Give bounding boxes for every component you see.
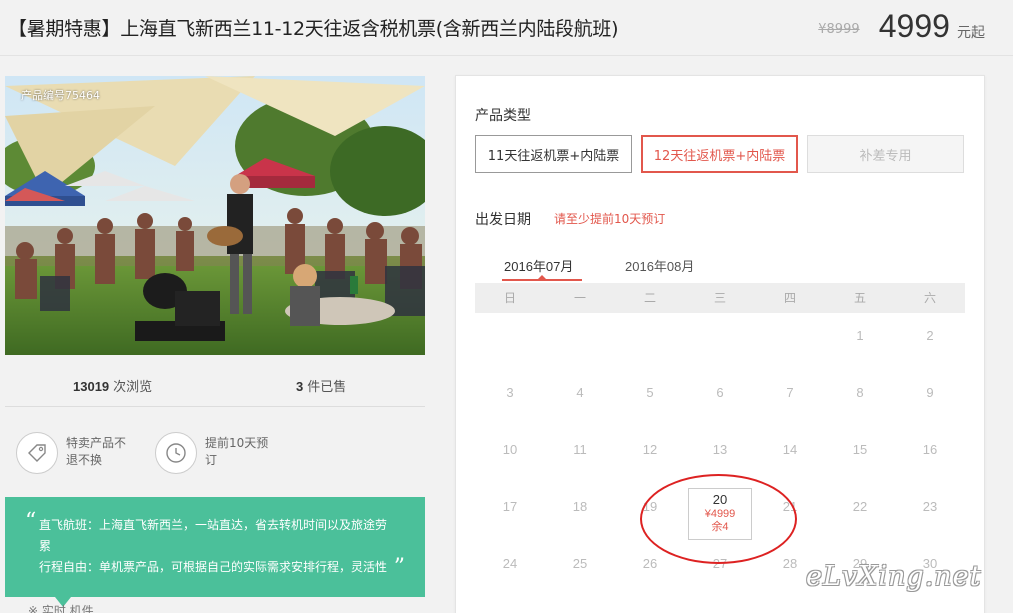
calendar-day: 26	[642, 556, 658, 571]
feature-text: 特卖产品不退不换	[66, 436, 127, 467]
calendar-day: 11	[573, 442, 587, 457]
calendar-day: 9	[926, 385, 934, 400]
day-remaining: 余4	[711, 521, 729, 533]
calendar-day: 21	[782, 499, 798, 514]
calendar-grid: 1 2 3 4 5 6 7 8 9 10 11 12 13 14 15 16 17 18 19 20 ¥4999 余4 21…	[475, 313, 965, 598]
weekday-wed: 三	[713, 291, 726, 305]
highlights-box: “ 直飞航班：上海直飞新西兰，一站直达，省去转机时间以及旅途劳累 行程自由：单机…	[5, 497, 425, 597]
product-code: 产品编号75464	[21, 89, 100, 102]
calendar-day: 4	[576, 385, 584, 400]
weekday-tue: 二	[643, 291, 656, 305]
calendar-day: 10	[502, 442, 518, 457]
market-scene-image	[5, 76, 425, 355]
calendar-day: 23	[922, 499, 938, 514]
view-count-label: 次浏览	[113, 380, 153, 395]
sold-count-number: 3	[296, 379, 304, 394]
available-day-box[interactable]: 20 ¥4999 余4	[688, 488, 752, 540]
tab-month-august[interactable]: 2016年08月	[625, 256, 694, 275]
calendar-day-available[interactable]: 20 ¥4999 余4	[685, 484, 755, 541]
calendar-empty-cell	[545, 313, 615, 370]
weekday-mon: 一	[573, 291, 586, 305]
tab-month-july[interactable]: 2016年07月	[504, 256, 573, 275]
calendar-day: 13	[712, 442, 728, 457]
active-month-underline	[502, 279, 582, 281]
weekday-sat: 六	[923, 291, 936, 305]
calendar-day: 15	[852, 442, 868, 457]
cut-off-section-label: ※ 实时 机件	[28, 604, 94, 613]
weekday-fri: 五	[853, 291, 866, 305]
sold-count-label: 件已售	[307, 380, 347, 395]
calendar-day: 27	[712, 556, 728, 571]
original-price: ¥8999	[818, 22, 860, 37]
header-divider	[0, 55, 1013, 56]
calendar-day: 7	[786, 385, 794, 400]
stats-divider	[5, 406, 425, 407]
product-title: 【暑期特惠】上海直飞新西兰11-12天往返含税机票(含新西兰内陆段航班)	[8, 18, 619, 40]
calendar-empty-cell	[685, 313, 755, 370]
tag-icon	[16, 432, 58, 474]
type-option-supplement-disabled: 补差专用	[807, 135, 964, 173]
departure-date-label: 出发日期	[475, 212, 531, 228]
day-price: ¥4999	[704, 508, 736, 520]
calendar-day: 18	[572, 499, 588, 514]
booking-panel: 产品类型 11天往返机票+内陆票 12天往返机票+内陆票 补差专用 出发日期 请…	[455, 75, 985, 613]
view-count-number: 13019	[73, 379, 110, 394]
view-count: 13019 次浏览	[73, 376, 152, 395]
calendar-day: 19	[642, 499, 658, 514]
site-watermark: eLvXing.net	[806, 561, 982, 592]
close-quote-icon: ”	[393, 555, 405, 580]
feature-no-refund: 特卖产品不退不换	[16, 432, 132, 474]
calendar-empty-cell	[475, 313, 545, 370]
highlight-line-2: 行程自由：单机票产品，可根据自己的实际需求安排行程，灵活性	[39, 560, 388, 574]
weekday-sun: 日	[503, 291, 516, 305]
calendar-empty-cell	[755, 313, 825, 370]
product-type-label: 产品类型	[475, 108, 531, 124]
calendar-day: 8	[856, 385, 864, 400]
weekday-thu: 四	[783, 291, 796, 305]
weekday-header: 日 一 二 三 四 五 六	[475, 283, 965, 313]
clock-icon	[155, 432, 197, 474]
calendar-day: 3	[506, 385, 514, 400]
calendar-day: 22	[852, 499, 868, 514]
booking-tip: 请至少提前10天预订	[554, 212, 666, 226]
sold-count: 3 件已售	[296, 376, 346, 395]
day-number: 20	[712, 492, 728, 507]
calendar-day: 17	[502, 499, 518, 514]
price-unit: 元起	[957, 25, 985, 41]
sale-price: 4999	[878, 8, 950, 44]
calendar-day: 2	[926, 328, 934, 343]
type-option-11-days[interactable]: 11天往返机票+内陆票	[475, 135, 632, 173]
calendar-empty-cell	[615, 313, 685, 370]
calendar-day: 25	[572, 556, 588, 571]
type-option-12-days-selected[interactable]: 12天往返机票+内陆票	[641, 135, 798, 173]
calendar-day: 5	[646, 385, 654, 400]
calendar-day: 14	[782, 442, 798, 457]
highlight-line-1: 直飞航班：上海直飞新西兰，一站直达，省去转机时间以及旅途劳累	[39, 518, 388, 553]
calendar-day: 16	[922, 442, 938, 457]
open-quote-icon: “	[25, 509, 37, 534]
product-photo[interactable]: 产品编号75464	[5, 76, 425, 355]
feature-text: 提前10天预订	[205, 436, 269, 467]
calendar-day: 6	[716, 385, 724, 400]
calendar-day: 1	[856, 328, 864, 343]
calendar-day: 12	[642, 442, 658, 457]
calendar-day: 24	[502, 556, 518, 571]
feature-advance-booking: 提前10天预订	[155, 432, 271, 474]
price-block: ¥8999 4999 元起	[818, 8, 985, 45]
